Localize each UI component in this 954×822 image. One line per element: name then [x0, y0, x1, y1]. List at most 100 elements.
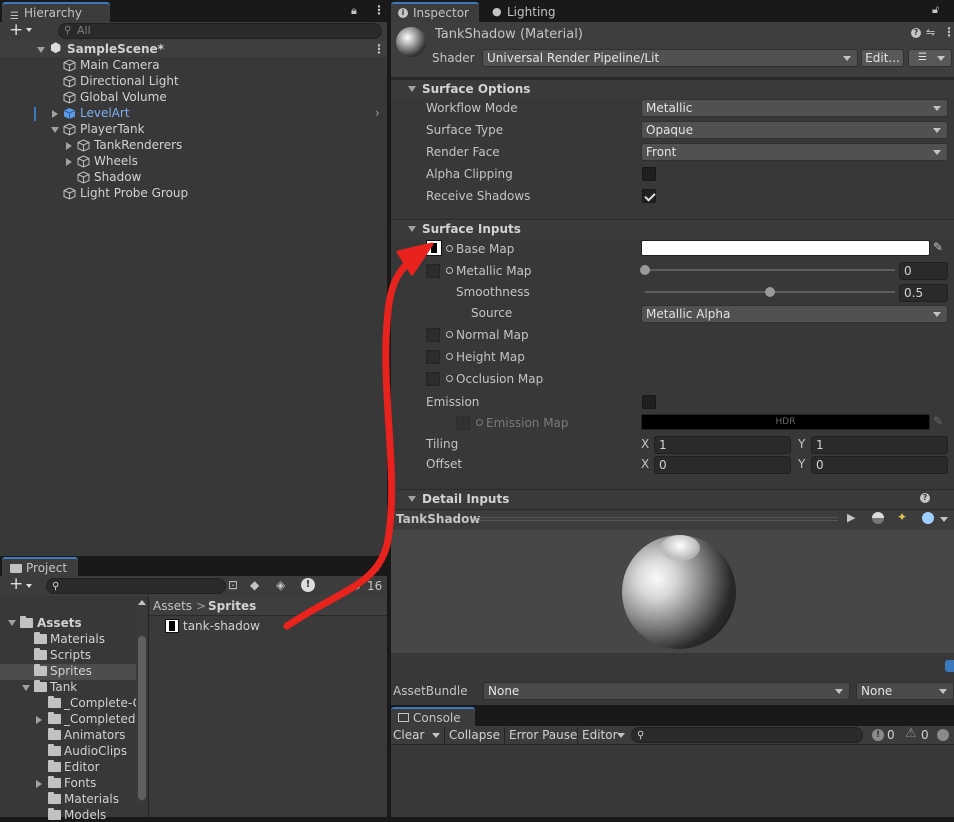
surface-options-collapse-arrow[interactable]	[408, 86, 416, 92]
project-menu-icon[interactable]: ⋮	[372, 559, 384, 573]
assetbundle-dropdown[interactable]: None	[483, 682, 850, 700]
editor-target-dropdown[interactable]: Editor	[582, 728, 618, 742]
smoothness-source-dropdown[interactable]: Metallic Alpha	[641, 305, 948, 323]
hierarchy-item-levelart[interactable]: LevelArt	[80, 106, 130, 120]
console-search-input[interactable]: ⚲	[631, 727, 863, 743]
tree-item-animators[interactable]: Animators	[64, 728, 125, 742]
hierarchy-item-tankrenderers[interactable]: TankRenderers	[94, 138, 182, 152]
tree-item-fonts[interactable]: Fonts	[64, 776, 96, 790]
clear-button[interactable]: Clear	[393, 728, 424, 742]
hierarchy-item-global-volume[interactable]: Global Volume	[80, 90, 167, 104]
workflow-mode-dropdown[interactable]: Metallic	[641, 99, 948, 117]
edit-shader-button[interactable]: Edit...	[861, 49, 904, 67]
presets-icon[interactable]: ⇋	[926, 26, 935, 39]
visibility-icon[interactable]: ⊘	[352, 579, 361, 592]
add-dropdown-arrow[interactable]	[26, 28, 32, 32]
tree-scrollbar[interactable]	[137, 600, 147, 805]
metallic-value-field[interactable]: 0	[899, 262, 948, 280]
chevron-right-icon[interactable]: ›	[375, 106, 380, 120]
tree-item-tank[interactable]: Tank	[50, 680, 77, 694]
normal-map-texture-slot[interactable]	[426, 328, 440, 342]
tree-item-editor[interactable]: Editor	[64, 760, 100, 774]
component-menu-icon[interactable]: ⋮	[943, 25, 954, 39]
target-icon[interactable]	[446, 245, 453, 252]
tree-item-materials[interactable]: Materials	[50, 632, 105, 646]
base-map-texture-slot[interactable]	[426, 240, 442, 256]
tree-item-audioclips[interactable]: AudioClips	[64, 744, 127, 758]
add-button[interactable]: +	[9, 20, 23, 40]
scrollbar-thumb[interactable]	[138, 636, 146, 800]
collapse-button[interactable]: Collapse	[449, 728, 500, 742]
log-filter-icon[interactable]: !	[301, 578, 315, 592]
tree-item-models[interactable]: Models	[64, 808, 106, 822]
detail-inputs-collapse-arrow[interactable]	[408, 496, 416, 502]
tiling-x-field[interactable]: 1	[654, 436, 791, 454]
project-add-dropdown-arrow[interactable]	[26, 584, 32, 588]
sphere-preview-icon[interactable]	[922, 512, 934, 524]
info-icon[interactable]	[937, 729, 949, 741]
error-pause-button[interactable]: Error Pause	[509, 728, 577, 742]
project-search-input[interactable]: ⚲	[46, 578, 226, 594]
playertank-expand-arrow[interactable]	[51, 127, 59, 133]
clear-options-arrow[interactable]	[432, 733, 440, 738]
receive-shadows-checkbox[interactable]	[642, 189, 656, 203]
section-detail-inputs[interactable]: Detail Inputs	[391, 489, 954, 509]
target-icon[interactable]	[446, 267, 453, 274]
assets-expand-arrow[interactable]	[8, 620, 16, 626]
metallic-slider[interactable]	[640, 265, 895, 275]
render-face-dropdown[interactable]: Front	[641, 143, 948, 161]
assetbundle-variant-dropdown[interactable]: None	[856, 682, 954, 700]
scene-expand-arrow[interactable]	[37, 47, 45, 53]
asset-tank-shadow[interactable]: tank-shadow	[183, 619, 260, 633]
play-icon[interactable]: ▶	[847, 511, 855, 524]
height-map-texture-slot[interactable]	[426, 350, 440, 364]
tiling-y-field[interactable]: 1	[811, 436, 948, 454]
lock-icon[interactable]: 🔒︎	[351, 4, 357, 18]
breadcrumb-assets[interactable]: Assets	[153, 599, 192, 613]
tree-item-sprites[interactable]: Sprites	[50, 664, 92, 678]
lock-icon[interactable]: 🔓︎	[932, 3, 939, 17]
tab-lighting[interactable]: ● Lighting	[483, 2, 569, 22]
tankrenderers-expand-arrow[interactable]	[66, 142, 72, 150]
fonts-expand-arrow[interactable]	[36, 780, 42, 788]
hierarchy-menu-icon[interactable]: ⋮	[373, 3, 385, 17]
smoothness-slider-thumb[interactable]	[765, 287, 775, 297]
hierarchy-item-light-probe-group[interactable]: Light Probe Group	[80, 186, 188, 200]
alpha-clipping-checkbox[interactable]	[642, 167, 656, 181]
base-map-color-field[interactable]	[641, 240, 930, 256]
tree-item-complete-g[interactable]: _Complete-G	[64, 696, 136, 710]
tree-item-materials-2[interactable]: Materials	[64, 792, 119, 806]
tab-hierarchy[interactable]: ☰ Hierarchy	[2, 2, 110, 22]
surface-inputs-collapse-arrow[interactable]	[408, 226, 416, 232]
section-surface-inputs[interactable]: Surface Inputs	[391, 219, 954, 239]
tank-expand-arrow[interactable]	[22, 685, 30, 691]
smoothness-slider[interactable]	[645, 287, 895, 297]
warning-icon[interactable]: ⚠	[905, 726, 917, 741]
offset-x-field[interactable]: 0	[654, 456, 791, 474]
shader-dropdown[interactable]: Universal Render Pipeline/Lit	[482, 49, 858, 67]
emission-checkbox[interactable]	[642, 395, 656, 409]
help-icon[interactable]: ?	[920, 493, 930, 503]
preview-drag-handle[interactable]	[478, 517, 838, 521]
hierarchy-item-main-camera[interactable]: Main Camera	[80, 58, 160, 72]
light-icon[interactable]: ✦	[897, 510, 907, 524]
scroll-up-arrow[interactable]	[138, 600, 146, 605]
metallic-slider-thumb[interactable]	[640, 265, 650, 275]
filter-by-type-icon[interactable]: ◆	[250, 578, 259, 592]
help-icon[interactable]: ?	[911, 28, 921, 38]
target-icon[interactable]	[446, 375, 453, 382]
chevron-down-icon[interactable]	[617, 733, 625, 738]
tree-item-completed[interactable]: _Completed-	[64, 712, 136, 726]
hierarchy-item-shadow[interactable]: Shadow	[94, 170, 141, 184]
shader-options-button[interactable]: ☰	[908, 49, 952, 67]
hierarchy-item-playertank[interactable]: PlayerTank	[80, 122, 145, 136]
scene-menu-icon[interactable]: ⋮	[373, 42, 385, 56]
chevron-down-icon[interactable]	[940, 517, 948, 522]
offset-y-field[interactable]: 0	[811, 456, 948, 474]
completed-expand-arrow[interactable]	[36, 716, 42, 724]
target-icon[interactable]	[446, 353, 453, 360]
metallic-map-texture-slot[interactable]	[426, 264, 440, 278]
tree-item-scripts[interactable]: Scripts	[50, 648, 91, 662]
tree-item-assets[interactable]: Assets	[37, 616, 82, 630]
wheels-expand-arrow[interactable]	[66, 158, 72, 166]
